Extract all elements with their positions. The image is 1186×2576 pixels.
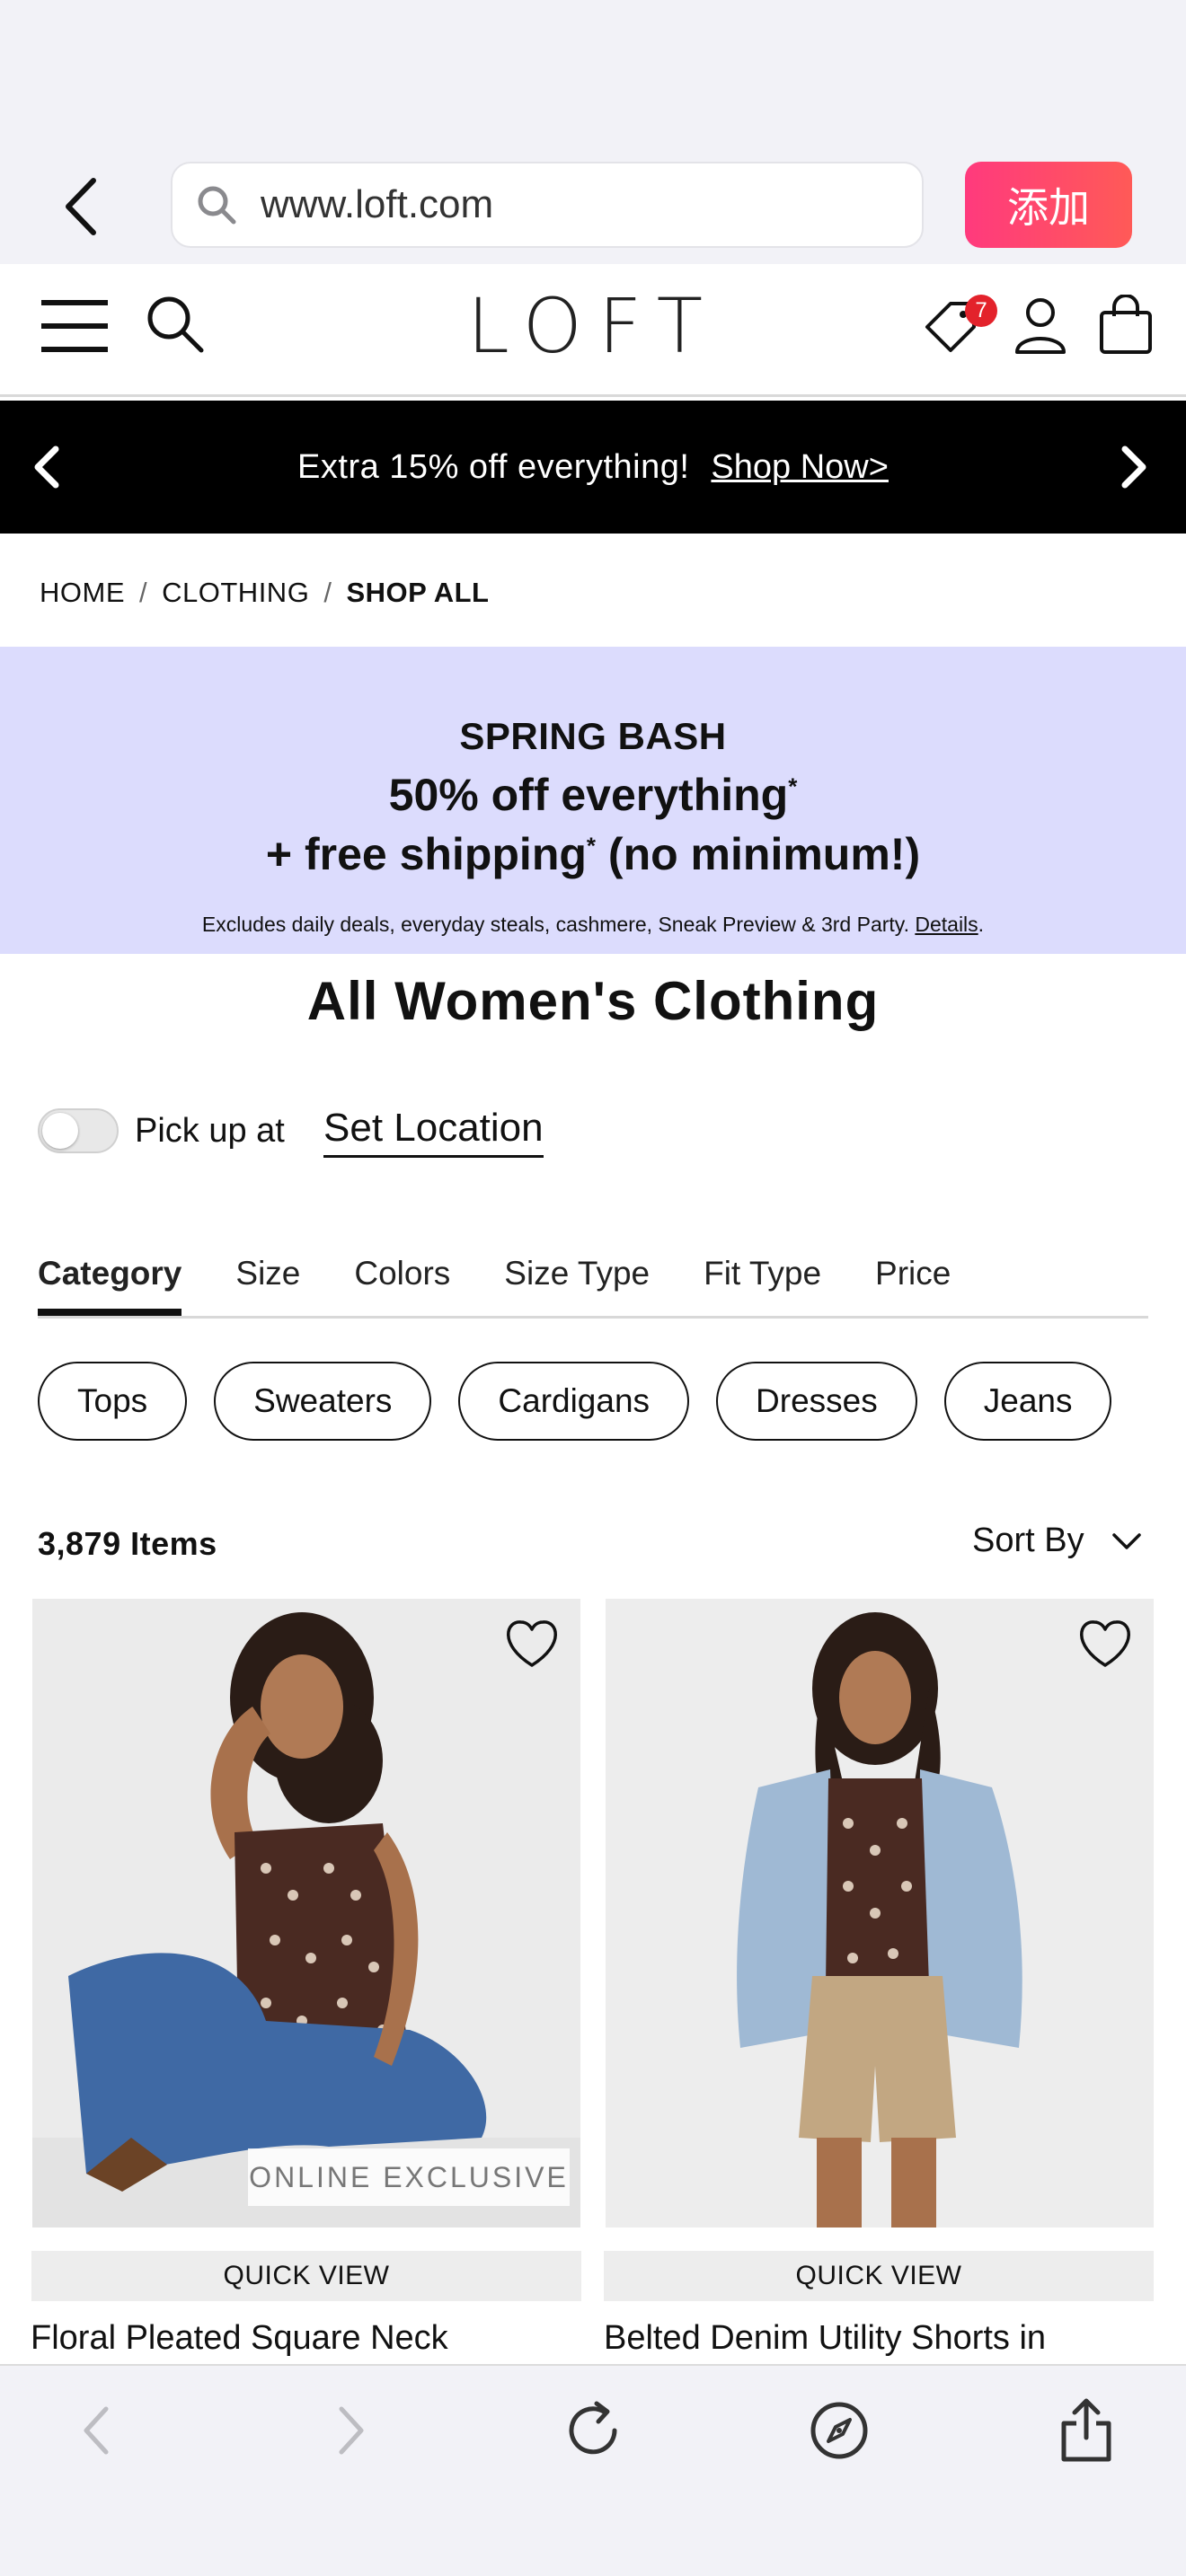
- breadcrumb-home[interactable]: HOME: [40, 577, 125, 609]
- breadcrumb-separator: /: [323, 577, 332, 608]
- sale-fine-print: Excludes daily deals, everyday steals, c…: [201, 913, 985, 936]
- product-name[interactable]: Floral Pleated Square Neck: [31, 2319, 448, 2358]
- set-location-link[interactable]: Set Location: [323, 1103, 544, 1158]
- share-icon[interactable]: [1058, 2395, 1114, 2463]
- pickup-toggle[interactable]: [38, 1108, 119, 1153]
- browser-nav-back-icon[interactable]: [77, 2404, 117, 2457]
- promo-text: Extra 15% off everything!: [297, 447, 690, 486]
- tab-category[interactable]: Category: [38, 1248, 182, 1316]
- sort-by-label: Sort By: [972, 1522, 1084, 1559]
- asterisk: *: [788, 772, 798, 800]
- chevron-down-icon: [1111, 1532, 1141, 1549]
- item-count: 3,879 Items: [38, 1525, 217, 1562]
- loft-logo[interactable]: LOFT: [467, 286, 719, 366]
- tab-colors[interactable]: Colors: [354, 1248, 450, 1316]
- url-bar[interactable]: www.loft.com: [171, 162, 924, 248]
- promo-count-badge: 7: [965, 295, 997, 327]
- chip-sweaters[interactable]: Sweaters: [214, 1362, 432, 1441]
- breadcrumb-clothing[interactable]: CLOTHING: [162, 577, 309, 609]
- category-chips: Tops Sweaters Cardigans Dresses Jeans: [38, 1362, 1148, 1442]
- asterisk: *: [586, 832, 597, 860]
- product-name[interactable]: Belted Denim Utility Shorts in: [604, 2319, 1046, 2358]
- shop-now-link[interactable]: Shop Now>: [711, 448, 889, 487]
- quick-view-button[interactable]: QUICK VIEW: [604, 2251, 1154, 2301]
- search-icon: [198, 186, 236, 225]
- fine-print-text: Excludes daily deals, everyday steals, c…: [201, 913, 909, 936]
- tab-fit-type[interactable]: Fit Type: [704, 1248, 821, 1316]
- breadcrumb-separator: /: [139, 577, 148, 608]
- sale-headline-text: 50% off everything: [388, 770, 789, 820]
- pickup-label: Pick up at: [135, 1112, 285, 1150]
- chip-dresses[interactable]: Dresses: [716, 1362, 917, 1441]
- chevron-left-icon: [66, 178, 96, 235]
- promo-bar: Extra 15% off everything! Shop Now>: [0, 401, 1186, 534]
- user-icon[interactable]: [1013, 296, 1067, 354]
- heart-icon[interactable]: [1076, 1619, 1134, 1669]
- sale-headline: 50% off everything*: [0, 769, 1186, 821]
- browser-bottom-toolbar: [0, 2364, 1186, 2576]
- hamburger-menu-icon[interactable]: [40, 296, 110, 356]
- url-text: www.loft.com: [261, 182, 494, 226]
- page-title: All Women's Clothing: [306, 971, 880, 1031]
- add-button[interactable]: 添加: [965, 162, 1132, 248]
- sale-subheadline: + free shipping* (no minimum!): [0, 828, 1186, 880]
- details-link[interactable]: Details: [915, 913, 978, 936]
- online-exclusive-badge: ONLINE EXCLUSIVE: [248, 2148, 570, 2206]
- browser-nav-forward-icon[interactable]: [331, 2404, 370, 2457]
- promo-prev-chevron-icon[interactable]: [27, 440, 66, 494]
- quick-view-button[interactable]: QUICK VIEW: [31, 2251, 581, 2301]
- browser-back-button[interactable]: [54, 171, 108, 243]
- product-photo: [32, 1599, 580, 2228]
- sale-title: SPRING BASH: [459, 715, 727, 757]
- reload-icon[interactable]: [562, 2400, 624, 2461]
- filter-tabs: Category Size Colors Size Type Fit Type …: [38, 1248, 1148, 1319]
- chip-cardigans[interactable]: Cardigans: [458, 1362, 690, 1441]
- free-shipping-text: + free shipping: [265, 829, 587, 879]
- shopping-bag-icon[interactable]: [1098, 294, 1154, 356]
- chip-jeans[interactable]: Jeans: [943, 1362, 1112, 1441]
- no-minimum-text: (no minimum!): [596, 829, 921, 879]
- product-photo: [606, 1599, 1154, 2228]
- compass-icon[interactable]: [809, 2400, 870, 2461]
- promo-next-chevron-icon[interactable]: [1114, 440, 1154, 494]
- toggle-knob: [42, 1113, 78, 1149]
- site-search-icon[interactable]: [144, 293, 207, 356]
- tab-size-type[interactable]: Size Type: [504, 1248, 650, 1316]
- product-image[interactable]: [606, 1599, 1154, 2228]
- heart-icon[interactable]: [503, 1619, 561, 1669]
- product-image[interactable]: [32, 1599, 580, 2228]
- tab-size[interactable]: Size: [235, 1248, 300, 1316]
- chip-tops[interactable]: Tops: [38, 1362, 188, 1441]
- sort-by-dropdown[interactable]: Sort By: [972, 1522, 1142, 1560]
- breadcrumb: HOME / CLOTHING / SHOP ALL: [40, 575, 489, 611]
- breadcrumb-current: SHOP ALL: [346, 577, 490, 608]
- tab-price[interactable]: Price: [875, 1248, 951, 1316]
